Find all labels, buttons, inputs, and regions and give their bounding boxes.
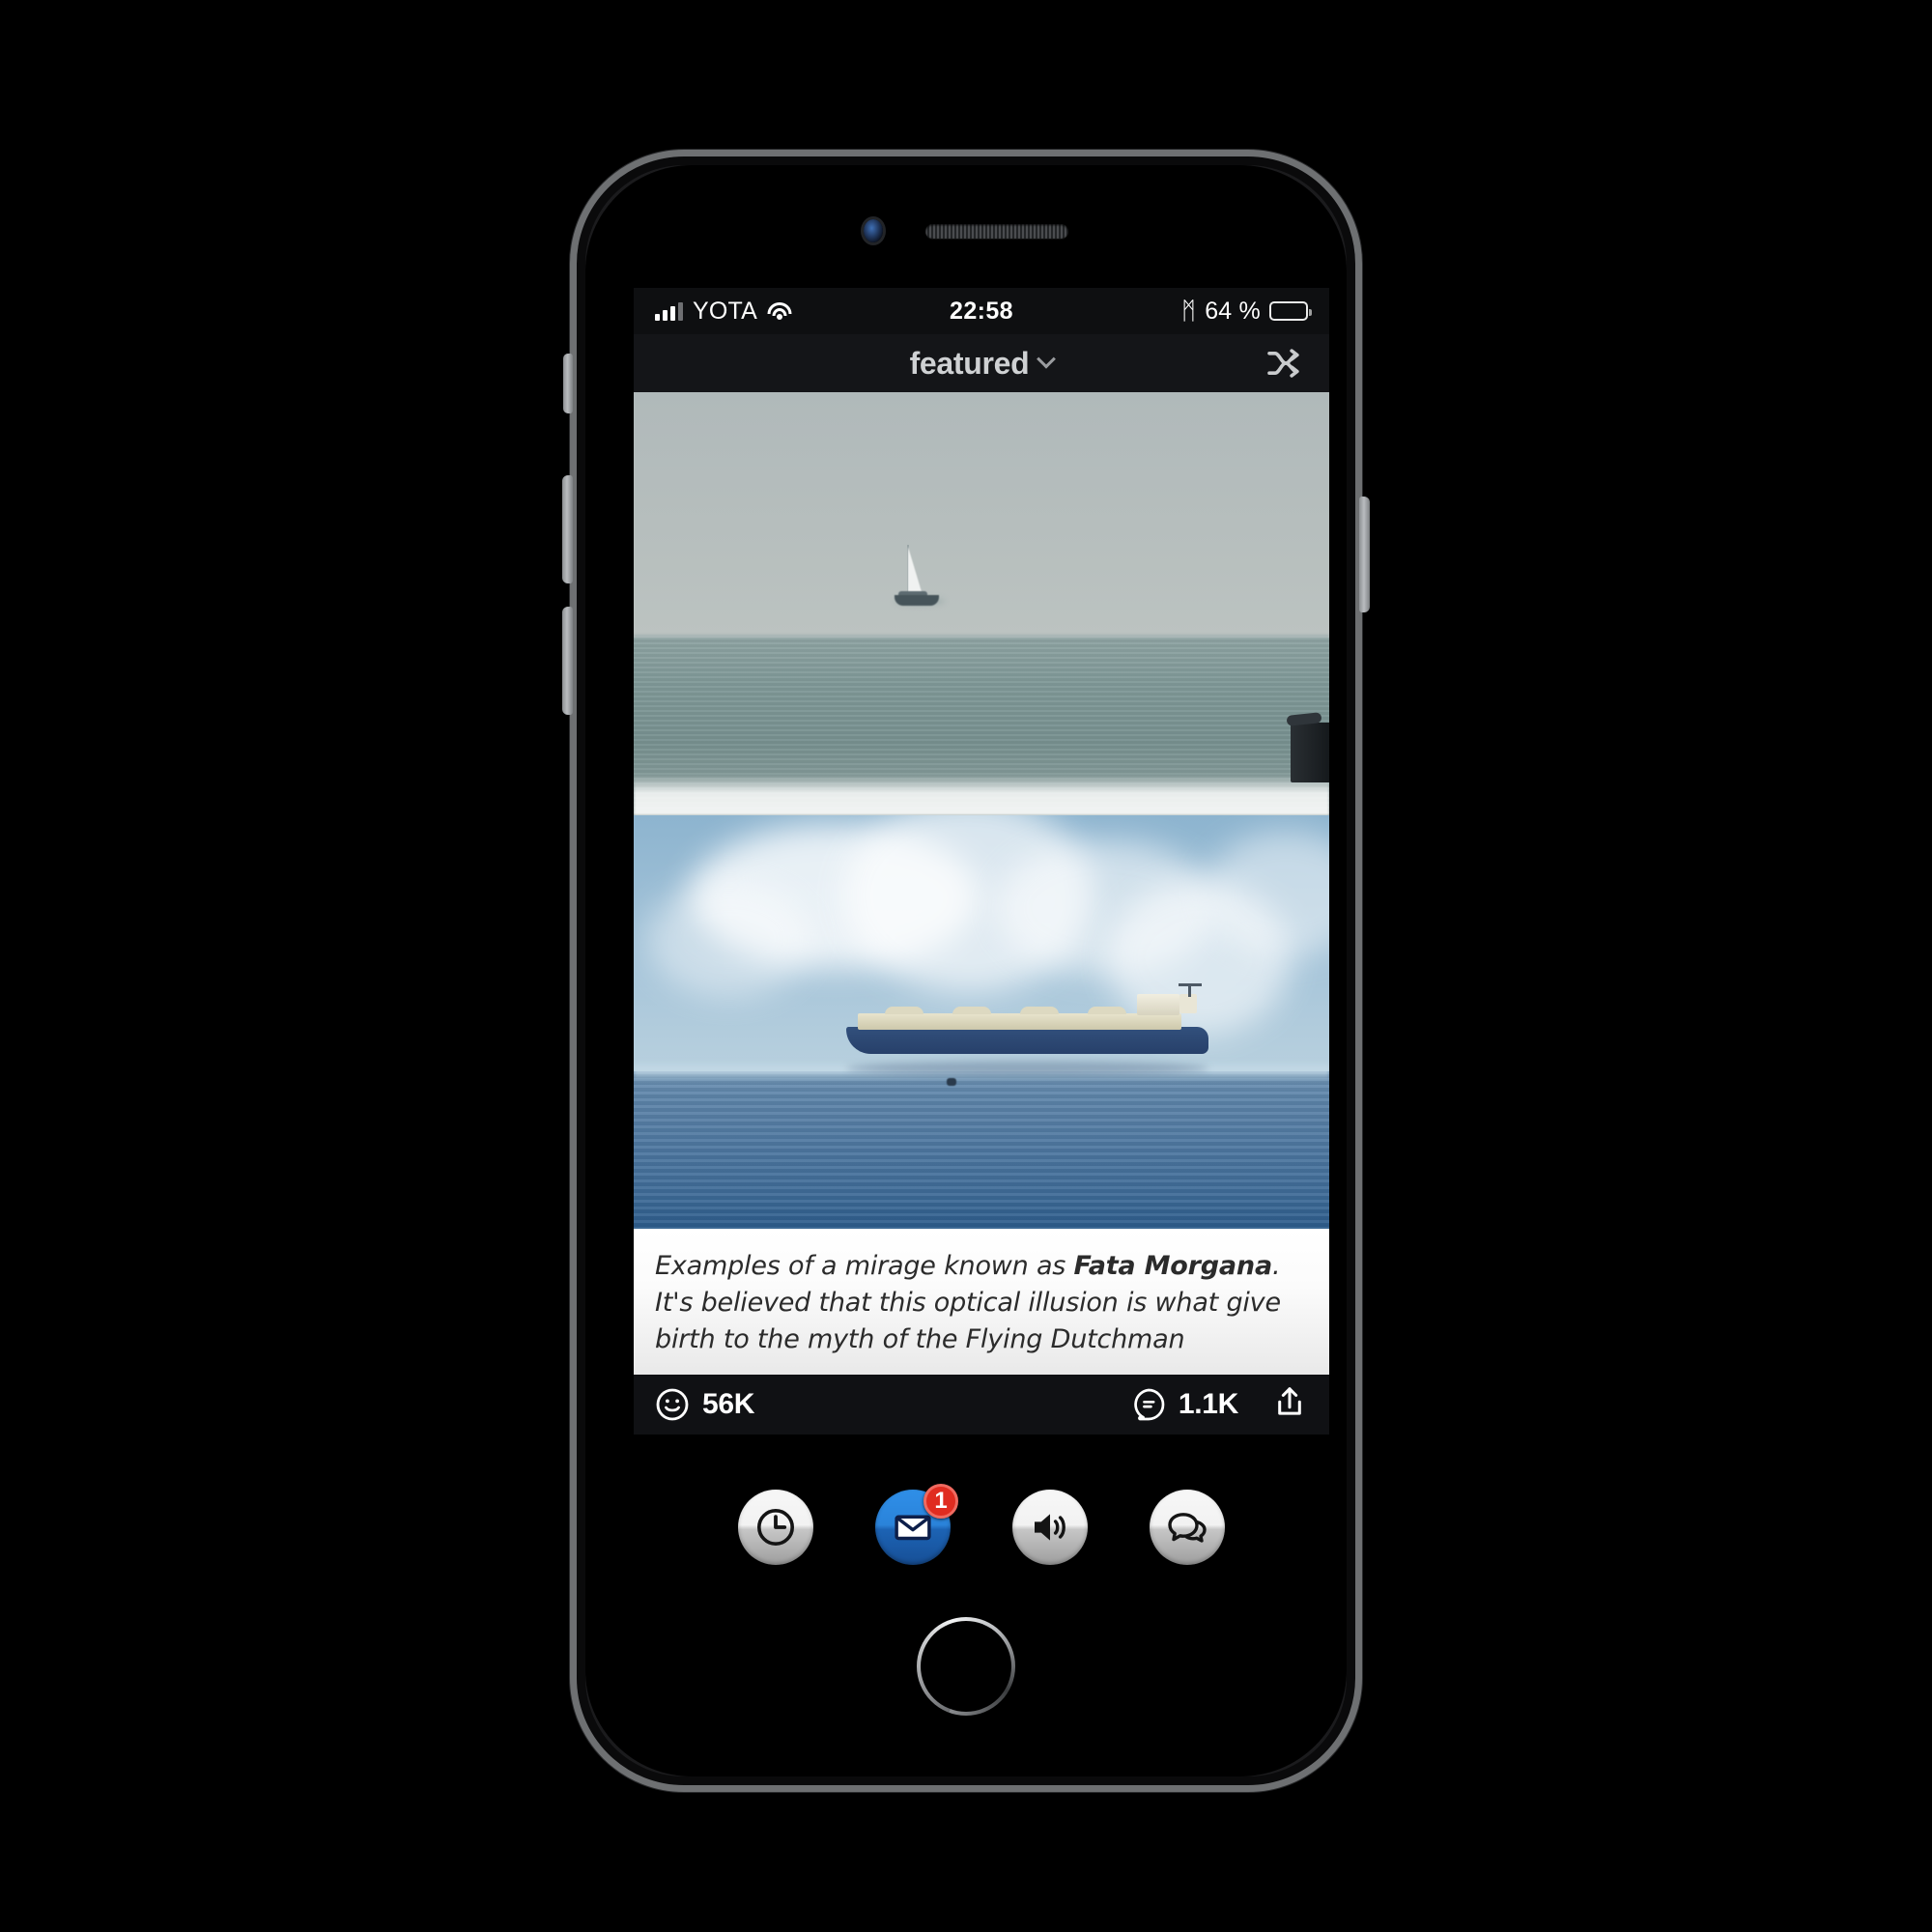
dock-item-mail[interactable]: 1 <box>875 1484 958 1565</box>
photo-tanker-mirage[interactable] <box>634 815 1329 1229</box>
ship-reflection <box>845 1061 1208 1075</box>
wifi-icon <box>767 301 792 321</box>
smiley-reaction-icon <box>656 1388 689 1421</box>
app-dock: 1 <box>634 1468 1329 1640</box>
app-header: featured <box>634 334 1329 392</box>
sailboat-icon <box>895 544 943 614</box>
dock-item-chat[interactable] <box>1150 1490 1225 1565</box>
mail-badge: 1 <box>923 1484 958 1519</box>
phone-screen: YOTA 22:58 ᛗ 64 % featured Examples of a… <box>634 288 1329 1640</box>
clock-icon <box>756 1508 795 1547</box>
mute-switch[interactable] <box>563 354 573 413</box>
share-button[interactable] <box>1271 1384 1308 1426</box>
reaction-button[interactable]: 56K <box>655 1387 754 1422</box>
volume-up-button[interactable] <box>562 475 573 583</box>
chevron-down-icon <box>1037 349 1057 369</box>
home-button[interactable] <box>917 1617 1015 1716</box>
post-card: Examples of a mirage known as Fata Morga… <box>634 392 1329 1435</box>
photo-sailboat-mirage[interactable] <box>634 392 1329 815</box>
foreground-post <box>1291 723 1329 782</box>
volume-down-button[interactable] <box>562 607 573 715</box>
speaker-icon <box>1035 1514 1065 1541</box>
comment-count: 1.1K <box>1178 1388 1238 1421</box>
small-buoy <box>947 1077 956 1086</box>
dock-item-volume[interactable] <box>1012 1490 1088 1565</box>
phone-device: YOTA 22:58 ᛗ 64 % featured Examples of a… <box>562 150 1370 1792</box>
feed-title-label: featured <box>909 345 1030 381</box>
caption-text-part1: Examples of a mirage known as <box>655 1251 1074 1281</box>
surf-foam <box>634 775 1329 815</box>
caption-text-bold: Fata Morgana <box>1073 1251 1273 1281</box>
post-action-bar: 56K 1.1K <box>634 1375 1329 1435</box>
comment-button[interactable]: 1.1K <box>1131 1387 1238 1422</box>
feed-selector-button[interactable]: featured <box>909 345 1057 382</box>
battery-percent-label: 64 % <box>1205 297 1261 325</box>
carrier-label: YOTA <box>693 297 758 325</box>
dock-item-clock[interactable] <box>738 1490 813 1565</box>
share-icon <box>1278 1387 1301 1415</box>
shuffle-button[interactable] <box>1265 347 1306 380</box>
bluetooth-icon: ᛗ <box>1181 297 1197 325</box>
horizon-line <box>634 635 1329 639</box>
cellular-signal-icon <box>655 301 683 321</box>
front-camera-icon <box>864 219 883 242</box>
power-button[interactable] <box>1359 497 1370 612</box>
sensor-row <box>585 219 1347 242</box>
comment-icon <box>1134 1389 1165 1421</box>
sky-region <box>634 392 1329 639</box>
tanker-ship-icon <box>845 982 1208 1058</box>
status-bar: YOTA 22:58 ᛗ 64 % <box>634 288 1329 334</box>
post-caption: Examples of a mirage known as Fata Morga… <box>634 1229 1329 1376</box>
phone-bezel: YOTA 22:58 ᛗ 64 % featured Examples of a… <box>585 165 1347 1776</box>
sea-region <box>634 1071 1329 1229</box>
chat-icon <box>1168 1513 1207 1543</box>
status-bar-right: ᛗ 64 % <box>1181 297 1312 326</box>
reaction-count: 56K <box>702 1388 755 1421</box>
cloud <box>647 881 812 998</box>
status-bar-left: YOTA <box>655 298 792 326</box>
screenshot-stage: YOTA 22:58 ᛗ 64 % featured Examples of a… <box>0 0 1932 1932</box>
earpiece-speaker-icon <box>925 223 1068 239</box>
battery-icon <box>1269 301 1312 321</box>
